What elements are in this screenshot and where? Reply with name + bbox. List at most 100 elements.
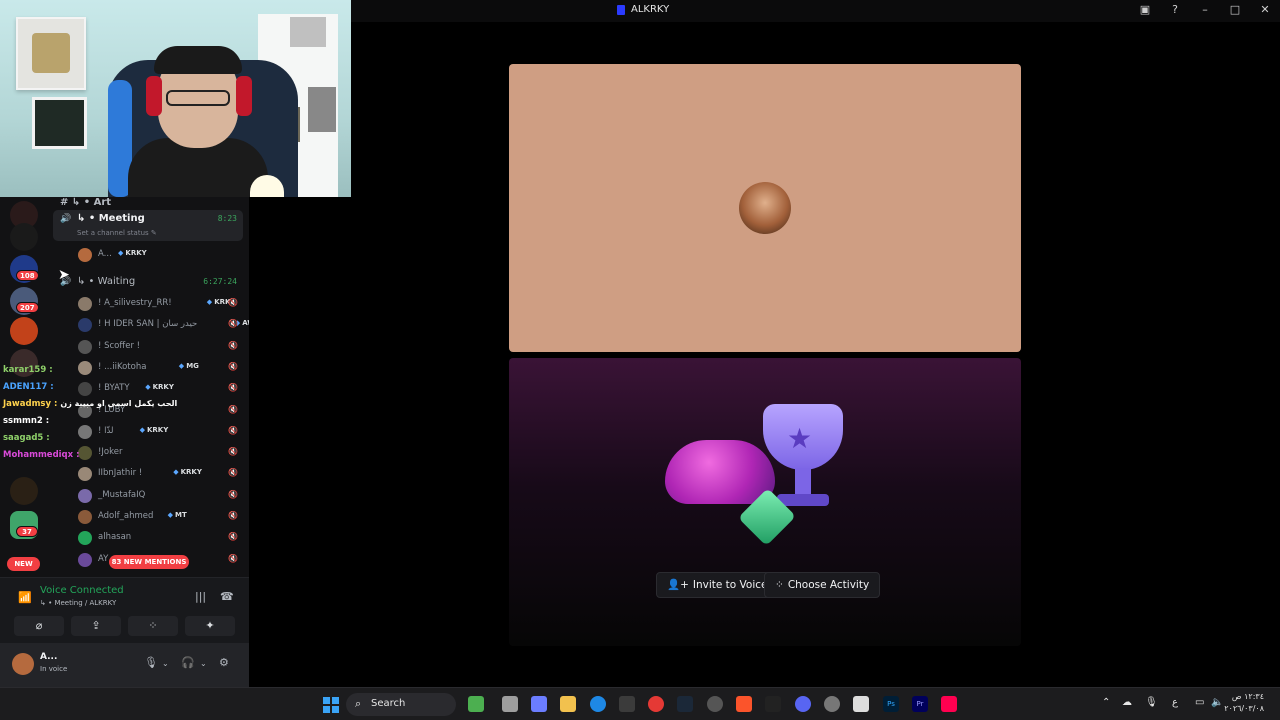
soundboard-button[interactable]: ✦: [185, 616, 235, 636]
close-button[interactable]: ✕: [1258, 3, 1272, 17]
invite-to-voice-button[interactable]: 👤+ Invite to Voice: [656, 572, 779, 598]
disconnect-icon[interactable]: ☎: [220, 590, 234, 603]
cloud-icon[interactable]: ☁: [1122, 697, 1132, 708]
avatar: [78, 467, 92, 482]
voice-connection-panel: 📶 Voice Connected ↳ • Meeting / ALKRKY |…: [0, 577, 249, 643]
copilot-icon[interactable]: [531, 696, 547, 712]
tiktok-icon[interactable]: [941, 696, 957, 712]
chat-line: ssmmn2 :: [3, 416, 50, 426]
voice-member[interactable]: A... ◆ KRKY: [76, 246, 246, 264]
voice-member[interactable]: _MustafaIQ 🔇: [76, 487, 246, 505]
muted-icon: 🔇: [228, 489, 238, 499]
screen-share-icon[interactable]: ▣: [1138, 3, 1152, 17]
widgets-icon[interactable]: [468, 696, 484, 712]
signal-icon[interactable]: 📶: [18, 591, 32, 604]
member-tag-text: AW: [242, 319, 249, 328]
server-icon-cloud[interactable]: [10, 223, 38, 251]
channel-art[interactable]: # ↳ • Art: [60, 197, 111, 208]
voice-member[interactable]: !Joker 🔇: [76, 444, 246, 462]
voice-channel-waiting[interactable]: 🔊 ↳ • Waiting 6:27:24: [53, 273, 243, 291]
channel-status[interactable]: Set a channel status ✎: [77, 229, 157, 237]
obs-icon[interactable]: [707, 696, 723, 712]
voice-member[interactable]: ! Scoffer ! 🔇: [76, 338, 246, 356]
chevron-down-icon[interactable]: ⌄: [162, 659, 169, 668]
clock[interactable]: ١٢:٣٤ ص ٢٠٢٦/٠٣/٠٨: [1224, 691, 1264, 715]
steam-icon[interactable]: [677, 696, 693, 712]
turtle-shell-illustration: [665, 440, 775, 504]
minimize-button[interactable]: –: [1198, 3, 1212, 17]
diamond-icon: ◆: [145, 383, 151, 392]
diamond-icon: ◆: [173, 468, 179, 477]
taskbar-search[interactable]: ⌕ Search: [346, 693, 456, 716]
taskbar: ⌕ Search Ps Pr ⌃ ☁ 🎙 ع ▭ 🔈 ١٢:٣٤ ص ٢٠٢٦/…: [0, 687, 1280, 720]
voice-member[interactable]: ! A_silivestry_RR! ◆ KRKY 🔇: [76, 295, 246, 313]
wall-frame-gold: [16, 17, 86, 90]
server-icon-orange[interactable]: [10, 317, 38, 345]
voice-member[interactable]: IIbnJathir ! ◆ KRKY 🔇: [76, 465, 246, 483]
language-indicator[interactable]: ع: [1172, 697, 1178, 708]
chevron-up-icon[interactable]: ⌃: [1102, 697, 1110, 708]
maximize-button[interactable]: □: [1228, 3, 1242, 17]
voice-member[interactable]: ! ...iiKotoha ◆ MG 🔇: [76, 359, 246, 377]
participant-avatar: [739, 182, 791, 234]
snipping-icon[interactable]: [853, 696, 869, 712]
chrome-icon[interactable]: [648, 696, 664, 712]
discord-icon[interactable]: [795, 696, 811, 712]
member-name: ! A_silivestry_RR!: [98, 298, 172, 308]
muted-icon: 🔇: [228, 447, 238, 457]
voice-location[interactable]: ↳ • Meeting / ALKRKY: [40, 599, 116, 607]
task-view-icon[interactable]: [502, 696, 518, 712]
unread-badge: 207: [16, 302, 39, 313]
headphones-icon[interactable]: 🎧: [181, 656, 195, 669]
voice-channel-meeting[interactable]: 🔊 ↳ • Meeting 8:23 Set a channel status …: [53, 210, 243, 241]
help-icon[interactable]: ?: [1168, 3, 1182, 17]
mouse-cursor: ➤: [58, 267, 70, 283]
screen-share-button[interactable]: ⇪: [71, 616, 121, 636]
member-name: ! BYATY: [98, 383, 130, 394]
diamond-icon: ◆: [167, 511, 173, 519]
member-name: alhasan: [98, 532, 132, 543]
premiere-icon[interactable]: Pr: [912, 696, 928, 712]
app-icon[interactable]: [824, 696, 840, 712]
avatar[interactable]: [12, 653, 34, 675]
wall-frame-dark: [32, 97, 87, 149]
muted-icon: 🔇: [228, 319, 238, 329]
member-name: ! H IDER SAN | حيدر سان: [98, 319, 198, 330]
volume-icon[interactable]: 🔈: [1211, 697, 1223, 708]
chat-line: Mohammediqx :: [3, 450, 80, 460]
chevron-down-icon[interactable]: ⌄: [200, 659, 207, 668]
edge-icon[interactable]: [590, 696, 606, 712]
gear-icon[interactable]: ⚙: [219, 656, 229, 669]
microphone-icon[interactable]: 🎙: [1145, 697, 1158, 708]
chat-line: ADEN117 :: [3, 382, 54, 392]
display-icon[interactable]: ▭: [1195, 697, 1204, 708]
voice-member[interactable]: Adolf_ahmed ◆ MT 🔇: [76, 508, 246, 526]
voice-member[interactable]: ! لذّا ◆ KRKY 🔇: [76, 423, 246, 441]
voice-member[interactable]: ! H IDER SAN | حيدر سان◆AW🔇: [76, 316, 249, 334]
file-explorer-icon[interactable]: [560, 696, 576, 712]
diamond-icon: ◆: [139, 425, 145, 434]
camera-button[interactable]: ⌀: [14, 616, 64, 636]
voice-member[interactable]: ! BYATY ◆ KRKY 🔇: [76, 380, 246, 398]
voice-member[interactable]: alhasan 🔇: [76, 529, 246, 547]
speaker-icon: 🔊: [60, 214, 72, 224]
server-icon-gold[interactable]: [10, 477, 38, 505]
member-name: !Joker: [98, 447, 123, 458]
participant-tile[interactable]: [509, 64, 1021, 352]
new-servers-badge[interactable]: NEW: [7, 557, 40, 571]
search-icon: ⌕: [355, 697, 362, 710]
photoshop-icon[interactable]: Ps: [883, 696, 899, 712]
store-icon[interactable]: [619, 696, 635, 712]
capcut-icon[interactable]: [765, 696, 781, 712]
avatar: [78, 297, 92, 311]
avatar: [78, 446, 92, 461]
noise-suppression-icon[interactable]: |||: [195, 590, 206, 603]
diamond-icon: ◆: [206, 298, 213, 306]
start-button[interactable]: [323, 697, 339, 713]
activities-button[interactable]: ⁘: [128, 616, 178, 636]
voice-status[interactable]: Voice Connected: [40, 585, 124, 596]
microphone-icon[interactable]: 🎙: [144, 656, 158, 669]
choose-activity-button[interactable]: ⁘ Choose Activity: [764, 572, 881, 598]
brave-icon[interactable]: [736, 696, 752, 712]
new-mentions-badge[interactable]: 83 NEW MENTIONS: [109, 555, 189, 569]
